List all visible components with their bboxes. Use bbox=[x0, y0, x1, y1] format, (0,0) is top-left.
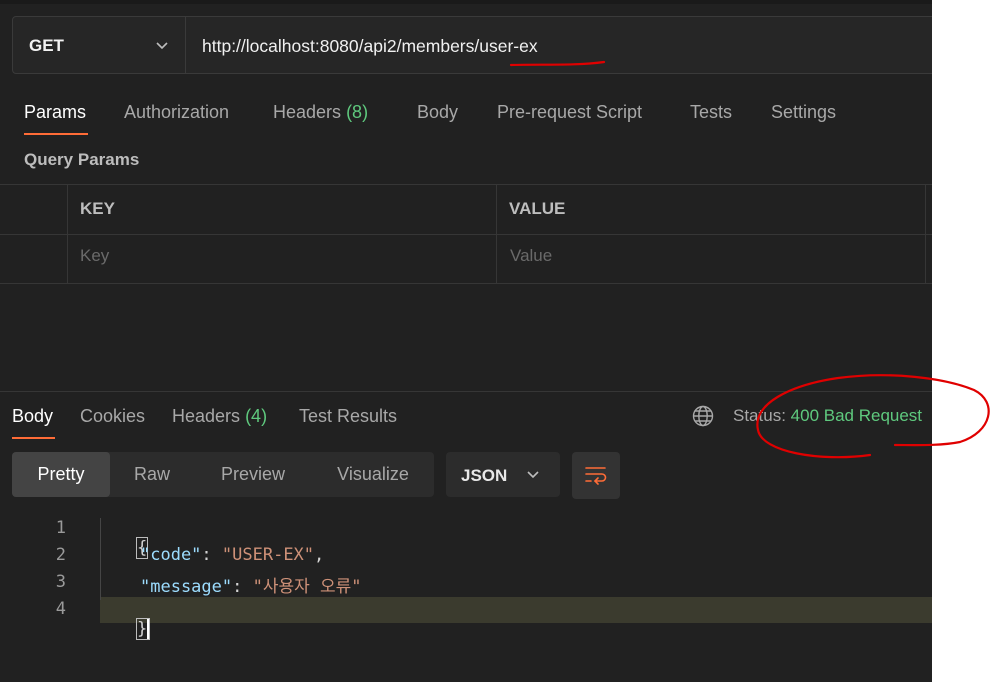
column-header-value: VALUE bbox=[509, 199, 566, 218]
tab-pre-request-script[interactable]: Pre-request Script bbox=[497, 102, 642, 123]
tab-body[interactable]: Body bbox=[417, 102, 458, 123]
table-border-top bbox=[0, 184, 932, 185]
line-number: 1 bbox=[55, 518, 66, 538]
json-string: "사용자 오류" bbox=[252, 577, 362, 597]
view-mode-visualize[interactable]: Visualize bbox=[312, 452, 434, 497]
tab-label: Params bbox=[24, 102, 87, 122]
tab-label: Authorization bbox=[124, 102, 230, 122]
json-string: "USER-EX" bbox=[221, 545, 315, 565]
json-colon: : bbox=[201, 545, 222, 565]
table-border-bottom bbox=[0, 283, 932, 284]
request-bar: GET http://localhost:8080/api2/members/u… bbox=[12, 16, 932, 74]
format-label: JSON bbox=[461, 466, 508, 485]
method-select[interactable]: GET bbox=[13, 17, 186, 73]
json-colon: : bbox=[232, 577, 253, 597]
view-mode-raw[interactable]: Raw bbox=[110, 452, 194, 497]
table-header-border bbox=[0, 234, 932, 235]
status-value: 400 Bad Request bbox=[790, 406, 923, 425]
response-tab-cookies[interactable]: Cookies bbox=[80, 406, 145, 427]
top-strip bbox=[0, 0, 932, 4]
status-label: Status: bbox=[733, 406, 786, 425]
method-label: GET bbox=[29, 36, 64, 55]
postman-window: GET http://localhost:8080/api2/members/u… bbox=[0, 0, 932, 682]
tab-label: Settings bbox=[771, 102, 837, 122]
url-input[interactable]: http://localhost:8080/api2/members/user-… bbox=[202, 36, 538, 57]
tab-label: Headers bbox=[172, 406, 241, 426]
json-key: "code" bbox=[140, 545, 202, 565]
key-input[interactable]: Key bbox=[80, 246, 109, 266]
active-tab-indicator bbox=[24, 133, 88, 135]
json-comma: , bbox=[314, 545, 325, 565]
headers-count-badge: (4) bbox=[245, 406, 268, 426]
line-number: 4 bbox=[55, 599, 66, 619]
tab-authorization[interactable]: Authorization bbox=[124, 102, 229, 123]
tab-label: Headers bbox=[273, 102, 342, 122]
tab-label: Body bbox=[12, 406, 54, 426]
line-number: 2 bbox=[55, 545, 66, 565]
tab-settings[interactable]: Settings bbox=[771, 102, 836, 123]
code-line-2[interactable]: "code": "USER-EX", bbox=[140, 545, 324, 565]
json-key: "message" bbox=[140, 577, 233, 597]
json-brace: } bbox=[135, 618, 151, 640]
globe-icon[interactable] bbox=[692, 405, 714, 427]
tab-tests[interactable]: Tests bbox=[690, 102, 732, 123]
view-mode-selector: Pretty Raw Preview Visualize bbox=[12, 452, 434, 497]
tab-label: Pre-request Script bbox=[497, 102, 643, 122]
code-line-4[interactable]: } bbox=[96, 599, 151, 659]
response-tab-headers[interactable]: Headers (4) bbox=[172, 406, 267, 427]
chevron-down-icon bbox=[156, 42, 168, 50]
tab-label: Test Results bbox=[299, 406, 398, 426]
table-col-divider bbox=[925, 184, 926, 284]
tab-label: Body bbox=[417, 102, 459, 122]
format-select[interactable]: JSON bbox=[446, 452, 560, 497]
column-header-key: KEY bbox=[80, 199, 115, 218]
response-status: Status: 400 Bad Request bbox=[733, 406, 922, 426]
current-line-highlight bbox=[100, 597, 932, 623]
response-tab-body[interactable]: Body bbox=[12, 406, 53, 427]
tab-params[interactable]: Params bbox=[24, 102, 86, 123]
line-number: 3 bbox=[55, 572, 66, 592]
view-mode-preview[interactable]: Preview bbox=[194, 452, 312, 497]
tab-headers[interactable]: Headers (8) bbox=[273, 102, 368, 123]
view-mode-pretty[interactable]: Pretty bbox=[12, 452, 110, 497]
table-col-divider bbox=[67, 184, 68, 284]
chevron-down-icon bbox=[527, 471, 539, 479]
table-col-divider bbox=[496, 184, 497, 284]
tab-label: Cookies bbox=[80, 406, 146, 426]
wrap-lines-button[interactable] bbox=[572, 452, 620, 499]
response-divider[interactable] bbox=[0, 391, 932, 392]
response-tab-test-results[interactable]: Test Results bbox=[299, 406, 397, 427]
tab-label: Tests bbox=[690, 102, 733, 122]
wrap-lines-icon bbox=[584, 464, 608, 486]
active-response-tab-indicator bbox=[12, 437, 55, 439]
value-input[interactable]: Value bbox=[510, 246, 552, 266]
query-params-title: Query Params bbox=[24, 150, 140, 169]
headers-count-badge: (8) bbox=[346, 102, 369, 122]
code-line-3[interactable]: "message": "사용자 오류" bbox=[140, 572, 362, 597]
